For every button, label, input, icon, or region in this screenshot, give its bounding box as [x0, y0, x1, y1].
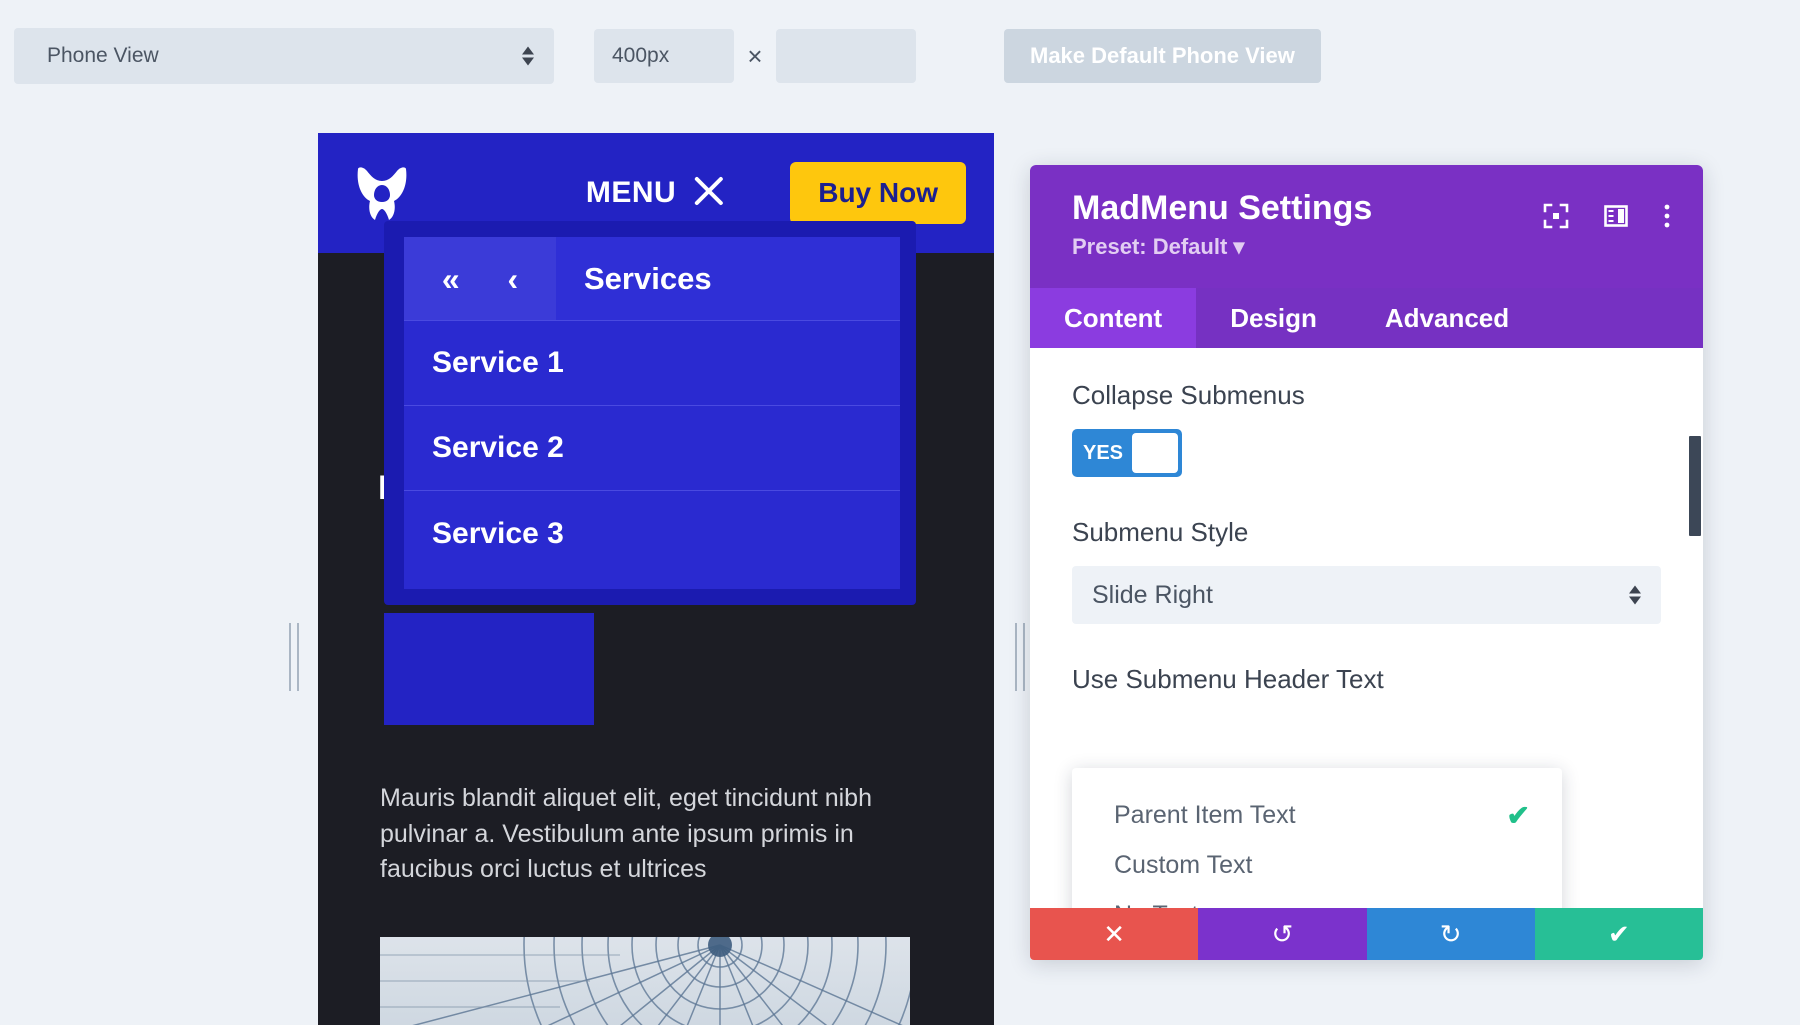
settings-preset-selector[interactable]: Preset: Default ▾	[1072, 234, 1543, 260]
settings-modal-header: MadMenu Settings Preset: Default ▾	[1030, 165, 1703, 288]
chevron-updown-icon	[1629, 585, 1641, 605]
submenu-item[interactable]: Service 1	[404, 321, 900, 406]
settings-tabs: Content Design Advanced	[1030, 288, 1703, 348]
dome-photo-graphic	[380, 937, 910, 1025]
collapse-submenus-label: Collapse Submenus	[1072, 380, 1305, 410]
back-one-level-icon[interactable]: ‹	[507, 263, 518, 295]
preview-body-copy: Mauris blandit aliquet elit, eget tincid…	[380, 784, 872, 883]
submenu-header-text-label: Use Submenu Header Text	[1072, 664, 1384, 694]
dropdown-option-parent-item-text[interactable]: Parent Item Text ✔	[1072, 790, 1562, 840]
preview-width-input[interactable]: 400px	[594, 29, 734, 83]
focus-target-icon[interactable]	[1543, 203, 1569, 229]
dropdown-option-label: Custom Text	[1114, 850, 1253, 879]
submenu-style-select[interactable]: Slide Right	[1072, 566, 1661, 624]
phone-preview: I Mauris blandit aliquet elit, eget tinc…	[318, 133, 994, 1025]
submenu-header: « ‹ Services	[404, 237, 900, 321]
submenu-title: Services	[584, 260, 712, 296]
view-mode-select[interactable]: Phone View	[14, 28, 554, 84]
panel-layout-icon[interactable]	[1603, 203, 1629, 229]
back-to-top-icon[interactable]: «	[442, 263, 460, 295]
submenu-header-text-dropdown: Parent Item Text ✔ Custom Text No Text	[1072, 768, 1562, 908]
preview-height-input[interactable]	[776, 29, 916, 83]
preview-width-value: 400px	[612, 44, 670, 67]
phone-frame: I Mauris blandit aliquet elit, eget tinc…	[318, 133, 994, 1025]
save-button[interactable]: ✔	[1534, 908, 1703, 960]
madmenu-settings-modal: MadMenu Settings Preset: Default ▾ Conte…	[1030, 165, 1703, 960]
submenu-style-value: Slide Right	[1092, 580, 1213, 609]
preview-resize-handle-left[interactable]	[281, 617, 307, 697]
dimension-times-symbol: ×	[747, 41, 763, 71]
make-default-phone-view-button[interactable]: Make Default Phone View	[1004, 29, 1321, 83]
settings-modal-title: MadMenu Settings	[1072, 189, 1373, 227]
dropdown-option-label: Parent Item Text	[1114, 800, 1296, 829]
preview-block-b	[384, 613, 594, 725]
dropdown-option-no-text[interactable]: No Text	[1072, 890, 1562, 909]
submenu-panel: « ‹ Services Service 1 Service 2 Service…	[404, 237, 900, 589]
toggle-knob	[1132, 433, 1178, 473]
submenu-item[interactable]: Service 3	[404, 491, 900, 576]
submenu-style-label: Submenu Style	[1072, 517, 1249, 547]
preview-toolbar: Phone View 400px × Make Default Phone Vi…	[0, 0, 1800, 112]
close-icon[interactable]	[692, 174, 726, 213]
view-mode-value: Phone View	[47, 44, 159, 67]
redo-button[interactable]: ↻	[1366, 908, 1535, 960]
submenu-back-controls[interactable]: « ‹	[404, 237, 556, 320]
mobile-menu-toggle[interactable]: MENU	[586, 174, 726, 213]
madmenu-logo-icon[interactable]	[346, 157, 418, 229]
dropdown-option-custom-text[interactable]: Custom Text	[1072, 840, 1562, 890]
toggle-value-label: YES	[1083, 441, 1124, 464]
preview-photo	[380, 937, 910, 1025]
chevron-updown-icon	[522, 46, 534, 66]
settings-modal-body: Collapse Submenus YES Submenu Style Slid…	[1030, 348, 1703, 908]
cancel-button[interactable]: ✕	[1030, 908, 1199, 960]
tab-advanced[interactable]: Advanced	[1351, 288, 1543, 348]
submenu-item[interactable]: Service 2	[404, 406, 900, 491]
settings-scrollbar[interactable]	[1689, 348, 1701, 908]
tab-content[interactable]: Content	[1030, 288, 1197, 348]
dropdown-option-label: No Text	[1114, 901, 1198, 909]
check-icon: ✔	[1506, 799, 1530, 831]
buy-now-button[interactable]: Buy Now	[790, 162, 966, 224]
menu-toggle-label: MENU	[585, 176, 677, 209]
undo-button[interactable]: ↺	[1198, 908, 1367, 960]
more-options-icon[interactable]	[1663, 203, 1671, 229]
settings-scrollbar-thumb[interactable]	[1689, 436, 1701, 536]
tab-design[interactable]: Design	[1196, 288, 1351, 348]
settings-modal-footer: ✕ ↺ ↻ ✔	[1030, 908, 1703, 960]
collapse-submenus-toggle[interactable]: YES	[1072, 429, 1182, 477]
